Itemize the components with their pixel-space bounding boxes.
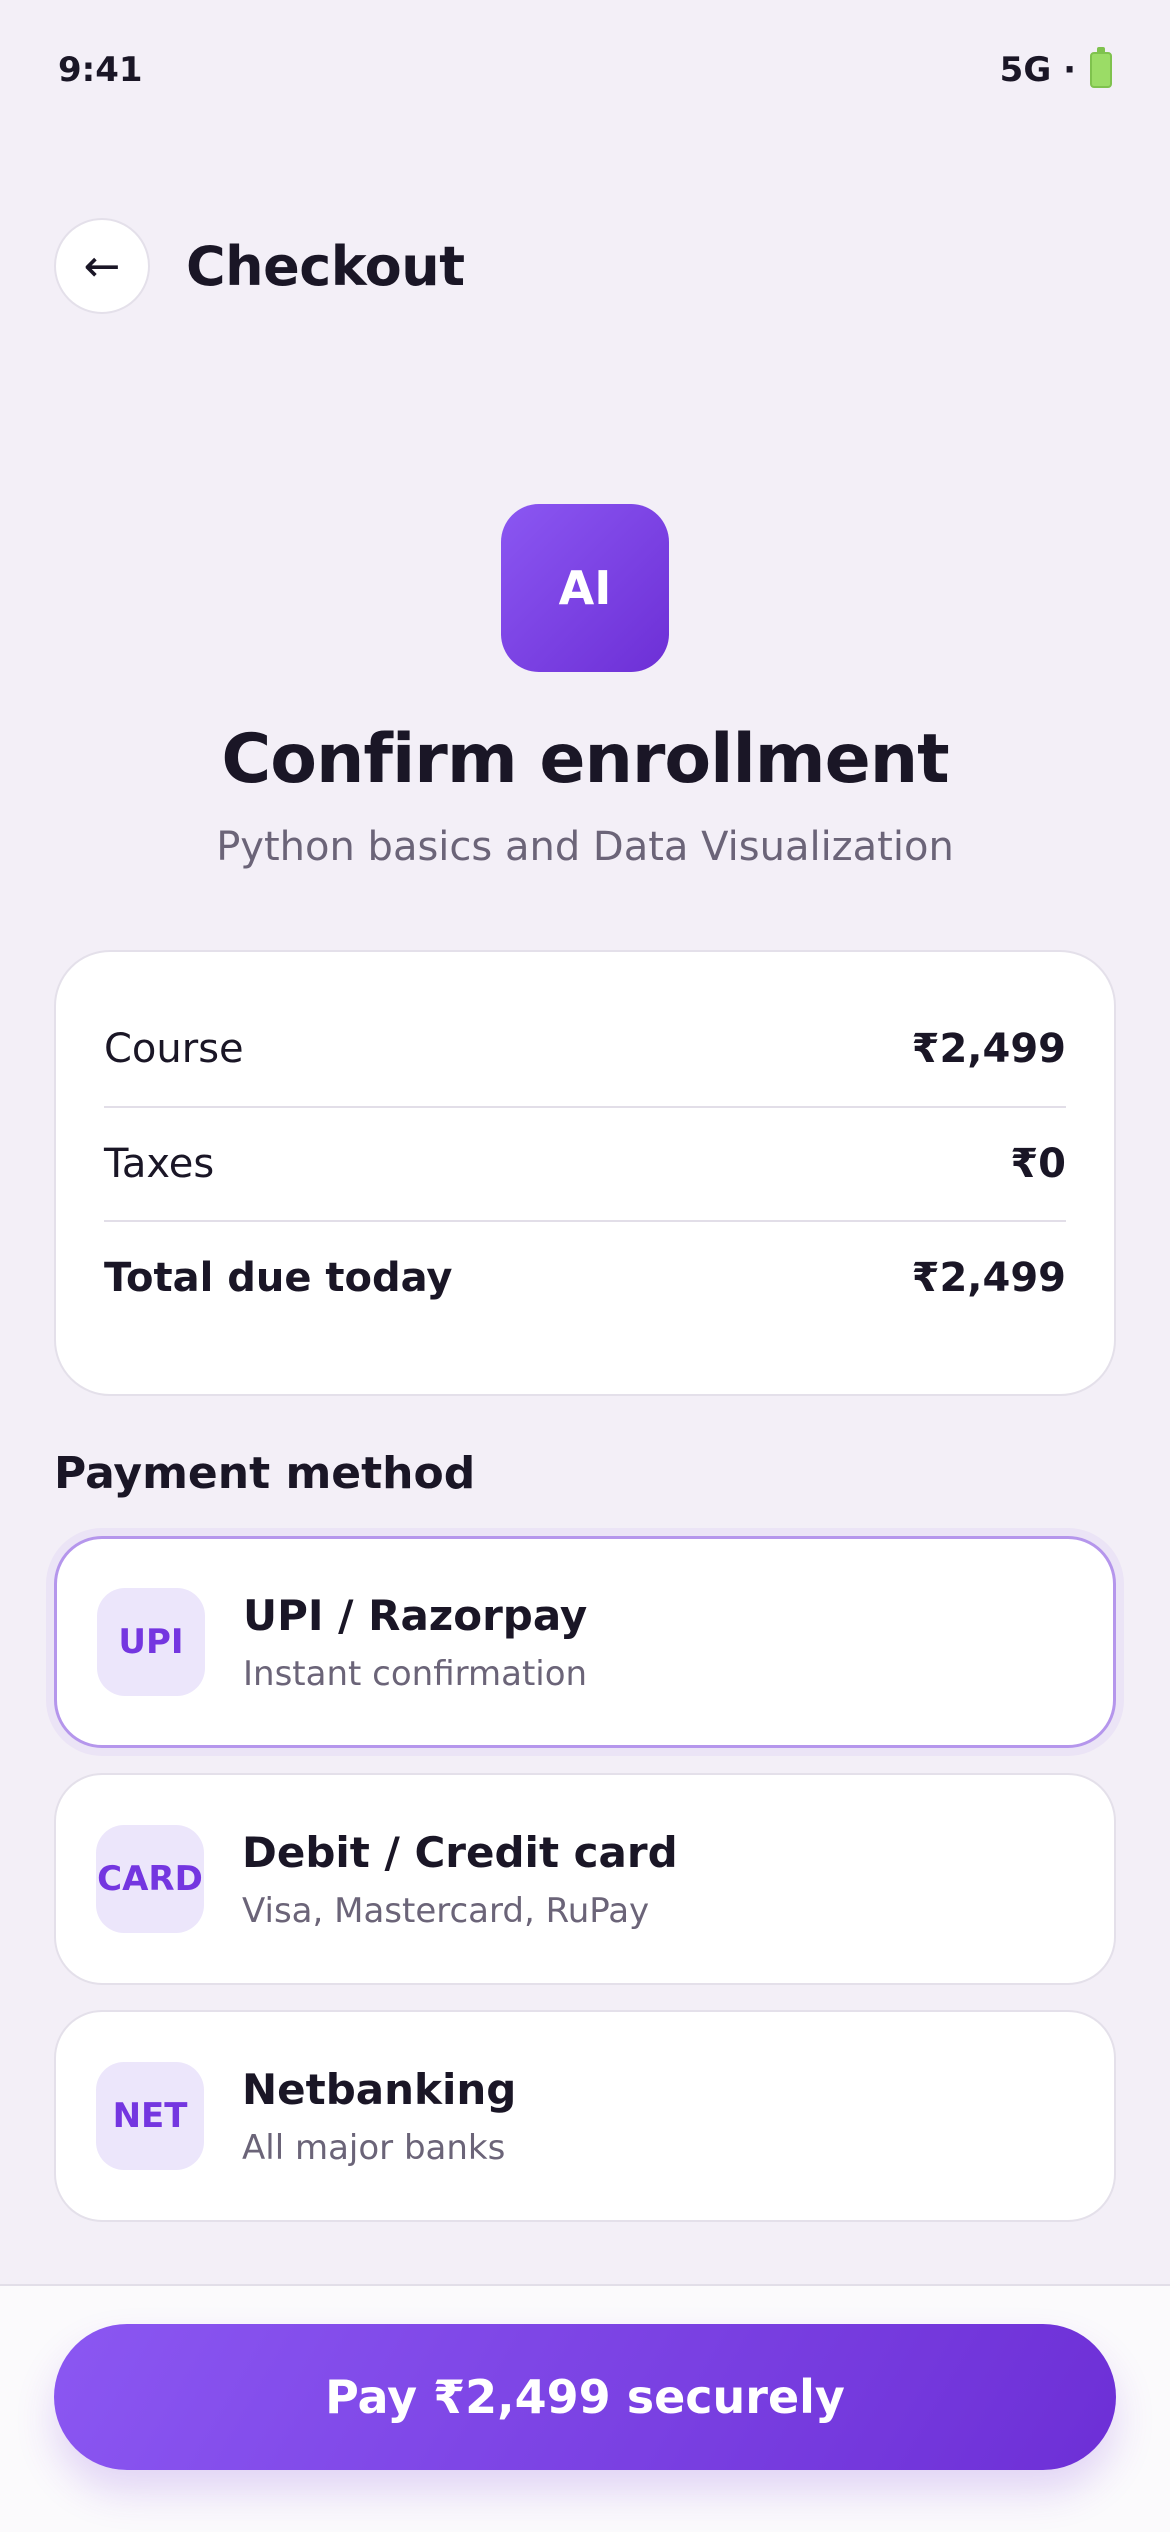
card-icon: CARD	[96, 1825, 204, 1933]
payment-method-heading: Payment method	[54, 1448, 476, 1499]
course-logo: AI	[501, 504, 669, 672]
battery-icon	[1090, 47, 1112, 88]
payment-option-texts: Debit / Credit card Visa, Mastercard, Ru…	[242, 1828, 678, 1931]
payment-option-upi[interactable]: UPI UPI / Razorpay Instant confirmation	[54, 1536, 1116, 1748]
confirm-title: Confirm enrollment	[221, 720, 949, 799]
course-logo-text: AI	[558, 561, 612, 615]
payment-option-title: UPI / Razorpay	[243, 1590, 588, 1640]
checkout-screen: 9:41 5G · ← Checkout AI Confirm enrollme…	[0, 0, 1170, 2532]
course-name: Python basics and Data Visualization	[216, 824, 954, 870]
summary-row-course: Course ₹2,499	[104, 992, 1066, 1106]
payment-option-title: Netbanking	[242, 2064, 517, 2114]
payment-option-card[interactable]: CARD Debit / Credit card Visa, Mastercar…	[54, 1773, 1116, 1985]
payment-option-subtitle: Visa, Mastercard, RuPay	[242, 1890, 650, 1931]
back-button[interactable]: ←	[54, 218, 150, 314]
summary-label: Taxes	[104, 1141, 215, 1187]
summary-row-taxes: Taxes ₹0	[104, 1106, 1066, 1220]
status-bar: 9:41 5G ·	[0, 0, 1170, 140]
summary-value: ₹0	[1010, 1141, 1066, 1187]
payment-option-texts: UPI / Razorpay Instant confirmation	[243, 1591, 587, 1694]
payment-option-subtitle: Instant confirmation	[243, 1653, 588, 1694]
summary-label: Total due today	[104, 1255, 453, 1301]
pay-button-label: Pay ₹2,499 securely	[325, 2370, 845, 2424]
summary-row-total: Total due today ₹2,499	[104, 1220, 1066, 1334]
payment-option-subtitle: All major banks	[242, 2127, 506, 2168]
network-indicator: 5G ·	[999, 50, 1076, 90]
status-indicators: 5G ·	[999, 47, 1112, 90]
payment-option-netbanking[interactable]: NET Netbanking All major banks	[54, 2010, 1116, 2222]
summary-label: Course	[104, 1026, 244, 1072]
payment-option-title: Debit / Credit card	[242, 1827, 678, 1877]
order-summary-card: Course ₹2,499 Taxes ₹0 Total due today ₹…	[54, 950, 1116, 1396]
header: ← Checkout	[54, 218, 1116, 314]
upi-icon: UPI	[97, 1588, 205, 1696]
summary-value: ₹2,499	[911, 1255, 1066, 1301]
status-time: 9:41	[58, 50, 143, 90]
summary-value: ₹2,499	[911, 1026, 1066, 1072]
netbanking-icon: NET	[96, 2062, 204, 2170]
page-title: Checkout	[186, 234, 465, 298]
pay-button[interactable]: Pay ₹2,499 securely	[54, 2324, 1116, 2470]
back-arrow-icon: ←	[83, 240, 121, 292]
payment-option-texts: Netbanking All major banks	[242, 2065, 516, 2168]
